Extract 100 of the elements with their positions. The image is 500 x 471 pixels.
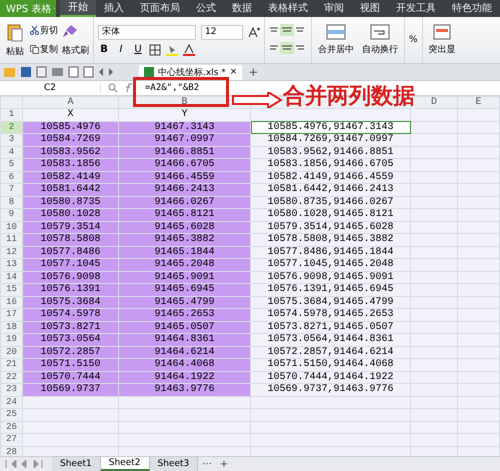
menu-tab[interactable]: 开发工具: [388, 0, 444, 17]
wrap-text-icon: [370, 24, 390, 40]
wrap-text-button[interactable]: 自动换行: [360, 22, 400, 58]
menu-tab[interactable]: 公式: [188, 0, 224, 17]
column-header[interactable]: E: [458, 96, 500, 108]
table-cell: 91466.2413: [118, 184, 250, 196]
row-header[interactable]: 5: [0, 158, 22, 171]
row-header[interactable]: 23: [0, 384, 22, 396]
row-header[interactable]: 10: [0, 221, 22, 234]
row-header[interactable]: 21: [0, 358, 22, 371]
sheet-tab[interactable]: Sheet1: [52, 457, 101, 471]
font-field[interactable]: 宋体: [98, 24, 196, 40]
table-cell: 10572.2857,91464.6214: [250, 346, 410, 358]
row-header[interactable]: 19: [0, 334, 22, 346]
row-header[interactable]: 2: [0, 121, 22, 134]
table-cell: 10573.8271: [22, 321, 118, 334]
table-cell: 10583.1856,91466.6705: [250, 158, 410, 171]
sheet-tab[interactable]: Sheet2: [100, 457, 150, 471]
row-header[interactable]: 17: [0, 308, 22, 321]
table-cell: 91463.9776: [118, 384, 250, 396]
table-cell: 10585.4976,91467.3143: [250, 121, 410, 134]
bold-button[interactable]: B: [98, 44, 110, 55]
menu-tab[interactable]: 视图: [352, 0, 388, 17]
table-cell: 10585.4976: [22, 121, 118, 134]
menu-tab[interactable]: 页面布局: [132, 0, 188, 17]
table-cell: 10569.9737: [22, 384, 118, 396]
row-header[interactable]: 4: [0, 146, 22, 158]
table-cell: X: [22, 108, 118, 121]
menu-tab[interactable]: 审阅: [316, 0, 352, 17]
app-title[interactable]: WPS 表格: [0, 0, 54, 17]
table-cell: 10574.5978: [22, 308, 118, 321]
row-header[interactable]: 1: [0, 108, 22, 121]
table-cell: 91467.0997: [118, 134, 250, 146]
table-cell: 10577.8486: [22, 246, 118, 258]
sheet-tab[interactable]: Sheet3: [150, 457, 198, 471]
row-header[interactable]: 16: [0, 296, 22, 308]
name-box[interactable]: C2: [0, 83, 101, 93]
formula-field[interactable]: =A2&","&B2: [141, 83, 200, 93]
table-cell: 91467.3143: [118, 121, 250, 134]
merge-cells-icon: [326, 24, 346, 40]
table-cell: 10582.4149,91466.4559: [250, 171, 410, 184]
menu-tab[interactable]: 表格样式: [260, 0, 316, 17]
row-header[interactable]: 24: [0, 396, 22, 408]
copy-button[interactable]: 复制: [30, 43, 58, 56]
more-sheets-button[interactable]: ···: [198, 458, 216, 470]
fill-color-icon[interactable]: [166, 44, 178, 56]
table-cell: 91465.2653: [118, 308, 250, 321]
table-cell: Y: [118, 108, 250, 121]
border-icon[interactable]: [149, 44, 161, 56]
menu-tab[interactable]: 开始: [60, 0, 96, 17]
highlight-icon: [433, 24, 452, 40]
table-cell: 10584.7269: [22, 134, 118, 146]
row-header[interactable]: 3: [0, 134, 22, 146]
row-header[interactable]: 7: [0, 184, 22, 196]
add-sheet-button[interactable]: +: [216, 458, 232, 470]
row-header[interactable]: 26: [0, 421, 22, 434]
menu-tab[interactable]: 数据: [224, 0, 260, 17]
table-cell: 91465.6945: [118, 284, 250, 296]
row-header[interactable]: 20: [0, 346, 22, 358]
row-header[interactable]: 12: [0, 246, 22, 258]
table-cell: 10572.2857: [22, 346, 118, 358]
table-cell: 10573.0564,91464.8361: [250, 334, 410, 346]
table-cell: 10580.8735,91466.0267: [250, 196, 410, 208]
row-header[interactable]: 18: [0, 321, 22, 334]
italic-button[interactable]: I: [115, 44, 127, 55]
grow-font-icon[interactable]: [248, 26, 260, 38]
highlight-button[interactable]: 突出显: [426, 22, 458, 58]
table-cell: 91465.8121: [118, 208, 250, 221]
menu-tab[interactable]: 特色功能: [444, 0, 500, 17]
row-header[interactable]: 15: [0, 284, 22, 296]
table-cell: 10571.5150: [22, 358, 118, 371]
row-header[interactable]: 6: [0, 171, 22, 184]
table-cell: 91464.1922: [118, 371, 250, 384]
font-size-field[interactable]: 12: [201, 24, 243, 40]
row-header[interactable]: 22: [0, 371, 22, 384]
table-cell: 10570.7444: [22, 371, 118, 384]
font-color-icon[interactable]: [183, 44, 195, 56]
row-header[interactable]: 27: [0, 434, 22, 446]
format-painter-button[interactable]: 格式刷: [62, 44, 89, 56]
table-cell: 10569.9737,91463.9776: [250, 384, 410, 396]
table-cell: 91465.9091: [118, 271, 250, 284]
underline-button[interactable]: U: [132, 44, 144, 55]
row-header[interactable]: 8: [0, 196, 22, 208]
row-header[interactable]: 14: [0, 271, 22, 284]
table-cell: 10575.3684: [22, 296, 118, 308]
table-cell: 10573.8271,91465.0507: [250, 321, 410, 334]
row-header[interactable]: 25: [0, 408, 22, 421]
row-header[interactable]: 11: [0, 234, 22, 246]
paste-button[interactable]: 粘贴: [4, 20, 26, 60]
table-cell: 10578.5808: [22, 234, 118, 246]
new-tab-button[interactable]: +: [248, 65, 258, 79]
table-cell: 10576.9098: [22, 271, 118, 284]
merge-center-button[interactable]: 合并居中: [316, 22, 356, 58]
table-cell: 10577.1045,91465.2048: [250, 258, 410, 271]
percent-button[interactable]: %: [409, 35, 418, 45]
menu-tab[interactable]: 插入: [96, 0, 132, 17]
row-header[interactable]: 13: [0, 258, 22, 271]
row-header[interactable]: 9: [0, 208, 22, 221]
column-header[interactable]: A: [22, 96, 118, 108]
cut-button[interactable]: 剪切: [30, 24, 58, 37]
